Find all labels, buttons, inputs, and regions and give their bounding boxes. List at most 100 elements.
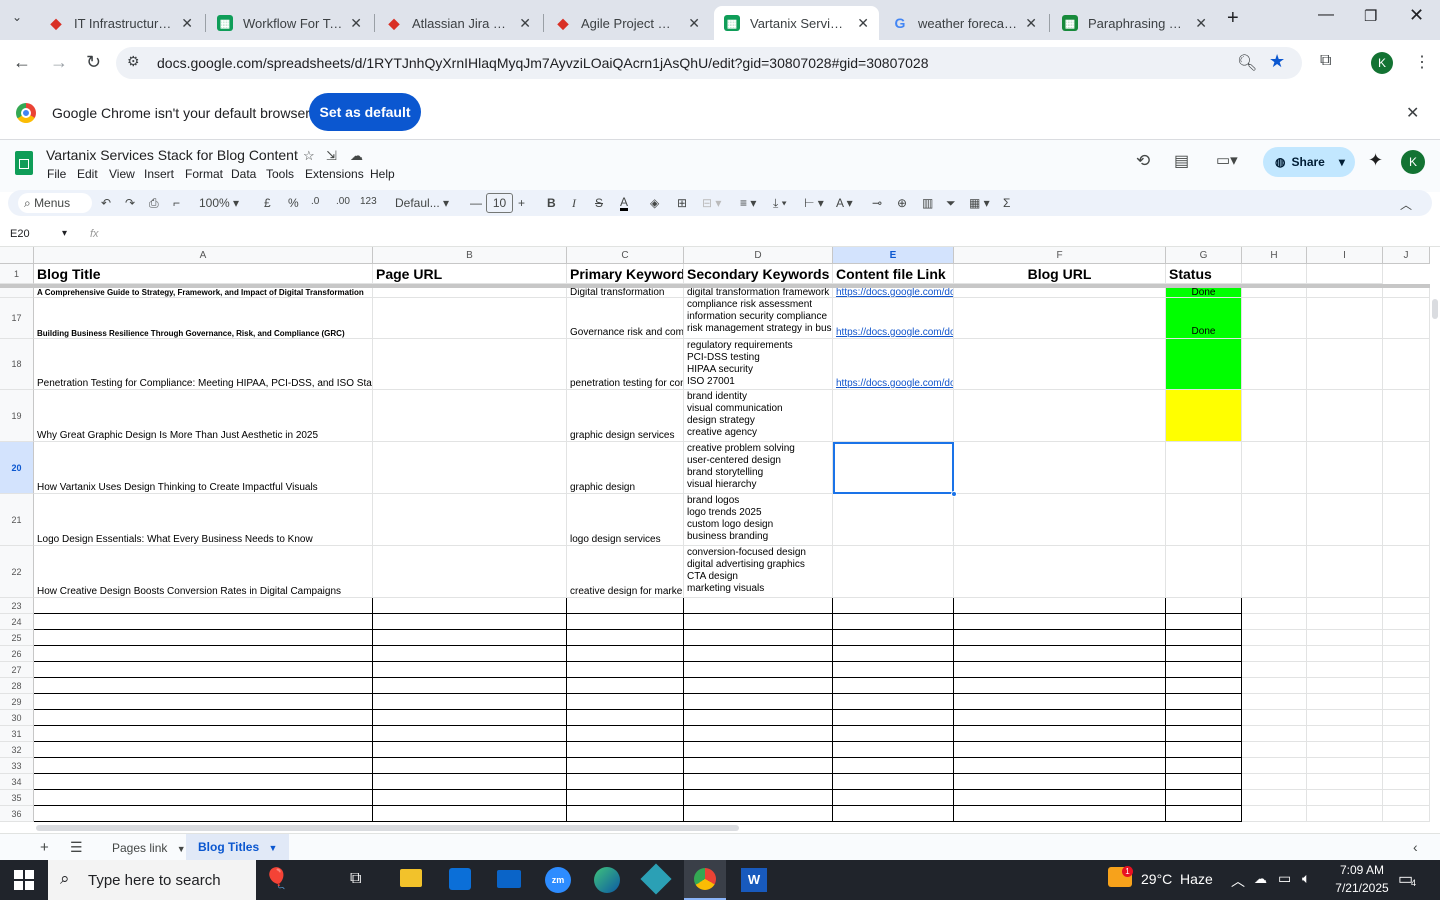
empty-cell[interactable]: [1166, 662, 1242, 678]
empty-cell[interactable]: [1166, 598, 1242, 614]
empty-cell[interactable]: [684, 806, 833, 822]
volume-icon[interactable]: 🔈︎: [1302, 870, 1310, 887]
empty-cell[interactable]: [1166, 614, 1242, 630]
sheets-logo-icon[interactable]: [15, 151, 33, 175]
insert-link-icon[interactable]: ⊸: [872, 196, 882, 210]
secondary-keywords-cell[interactable]: brand logos logo trends 2025 custom logo…: [684, 494, 833, 546]
close-tab-icon[interactable]: ✕: [857, 15, 869, 32]
empty-cell[interactable]: [1307, 339, 1383, 390]
row-header[interactable]: 29: [0, 694, 34, 710]
merge-cells-icon[interactable]: ⊟ ▾: [702, 196, 721, 210]
empty-cell[interactable]: [1383, 598, 1430, 614]
row-header[interactable]: 20: [0, 442, 34, 494]
status-cell[interactable]: [1166, 390, 1242, 442]
empty-cell[interactable]: [1307, 694, 1383, 710]
empty-cell[interactable]: [1307, 390, 1383, 442]
header-cell[interactable]: Status: [1166, 264, 1242, 284]
empty-cell[interactable]: [1307, 678, 1383, 694]
status-cell[interactable]: Done: [1166, 298, 1242, 339]
empty-cell[interactable]: [954, 662, 1166, 678]
search-menus[interactable]: ⌕ Menus: [18, 193, 92, 213]
content-file-link-cell[interactable]: https://docs.google.com/do: [833, 339, 954, 390]
header-cell[interactable]: Blog Title: [34, 264, 373, 284]
empty-cell[interactable]: [34, 790, 373, 806]
row-header[interactable]: 1: [0, 264, 34, 284]
empty-cell[interactable]: [373, 758, 567, 774]
empty-cell[interactable]: [1383, 742, 1430, 758]
windows-start-icon[interactable]: [14, 870, 34, 890]
empty-cell[interactable]: [34, 758, 373, 774]
close-tab-icon[interactable]: ✕: [519, 15, 531, 32]
empty-cell[interactable]: [1242, 710, 1307, 726]
minimize-button[interactable]: —: [1318, 6, 1334, 24]
browser-tab[interactable]: Gweather forecast - ✕: [882, 6, 1047, 40]
empty-cell[interactable]: [567, 726, 684, 742]
empty-cell[interactable]: [373, 630, 567, 646]
chrome-taskbar-icon[interactable]: [684, 860, 726, 900]
column-header-f[interactable]: F: [954, 247, 1166, 264]
font-select[interactable]: Defaul... ▾: [395, 196, 449, 210]
empty-cell[interactable]: [1242, 442, 1307, 494]
page-url-cell[interactable]: [373, 298, 567, 339]
empty-cell[interactable]: [373, 774, 567, 790]
empty-cell[interactable]: [567, 646, 684, 662]
empty-cell[interactable]: [954, 710, 1166, 726]
bold-icon[interactable]: B: [547, 196, 556, 210]
empty-cell[interactable]: [1383, 726, 1430, 742]
profile-avatar[interactable]: K: [1371, 52, 1393, 74]
secondary-keywords-cell[interactable]: compliance risk assessment information s…: [684, 298, 833, 339]
empty-cell[interactable]: [1307, 442, 1383, 494]
task-view-icon[interactable]: ⧉: [350, 870, 361, 888]
empty-cell[interactable]: [1383, 546, 1430, 598]
primary-keyword-cell[interactable]: Governance risk and com: [567, 298, 684, 339]
empty-cell[interactable]: [1383, 774, 1430, 790]
close-tab-icon[interactable]: ✕: [688, 15, 700, 32]
empty-cell[interactable]: [34, 742, 373, 758]
close-window-button[interactable]: ✕: [1409, 5, 1424, 26]
row-header[interactable]: 26: [0, 646, 34, 662]
blog-title-cell[interactable]: How Vartanix Uses Design Thinking to Cre…: [34, 442, 373, 494]
word-icon[interactable]: W: [741, 868, 767, 892]
header-cell[interactable]: [1307, 264, 1383, 284]
menu-format[interactable]: Format: [185, 167, 223, 181]
row-header[interactable]: 28: [0, 678, 34, 694]
empty-cell[interactable]: [567, 774, 684, 790]
row-header[interactable]: 36: [0, 806, 34, 822]
empty-cell[interactable]: [684, 662, 833, 678]
empty-cell[interactable]: [1242, 598, 1307, 614]
horizontal-scrollbar[interactable]: [36, 823, 1430, 833]
blog-title-cell[interactable]: Building Business Resilience Through Gov…: [34, 298, 373, 339]
empty-cell[interactable]: [1166, 806, 1242, 822]
empty-cell[interactable]: [1166, 630, 1242, 646]
text-wrapping-icon[interactable]: ⊢ ▾: [804, 196, 824, 210]
empty-cell[interactable]: [833, 694, 954, 710]
blog-url-cell[interactable]: [954, 546, 1166, 598]
empty-cell[interactable]: [1166, 678, 1242, 694]
empty-cell[interactable]: [1307, 298, 1383, 339]
chrome-menu-icon[interactable]: ⋮: [1414, 52, 1430, 72]
empty-cell[interactable]: [833, 742, 954, 758]
column-header-i[interactable]: I: [1307, 247, 1383, 264]
empty-cell[interactable]: [34, 726, 373, 742]
empty-cell[interactable]: [1307, 726, 1383, 742]
empty-cell[interactable]: [1166, 694, 1242, 710]
page-url-cell[interactable]: [373, 442, 567, 494]
empty-cell[interactable]: [1242, 339, 1307, 390]
empty-cell[interactable]: [833, 678, 954, 694]
empty-cell[interactable]: [373, 694, 567, 710]
empty-cell[interactable]: [567, 614, 684, 630]
empty-cell[interactable]: [1383, 339, 1430, 390]
empty-cell[interactable]: [567, 598, 684, 614]
increase-decimal[interactable]: .00: [336, 196, 350, 207]
empty-cell[interactable]: [833, 662, 954, 678]
content-file-link-cell[interactable]: https://docs.google.com/do: [833, 288, 954, 298]
empty-cell[interactable]: [373, 790, 567, 806]
decrease-decimal[interactable]: .0: [311, 196, 319, 207]
secondary-keywords-cell[interactable]: creative problem solving user-centered d…: [684, 442, 833, 494]
file-explorer-icon[interactable]: [400, 869, 422, 887]
onedrive-icon[interactable]: ☁: [1254, 871, 1267, 887]
empty-cell[interactable]: [1383, 662, 1430, 678]
page-url-cell[interactable]: [373, 339, 567, 390]
version-history-icon[interactable]: ⟲: [1136, 151, 1150, 171]
empty-cell[interactable]: [1242, 630, 1307, 646]
